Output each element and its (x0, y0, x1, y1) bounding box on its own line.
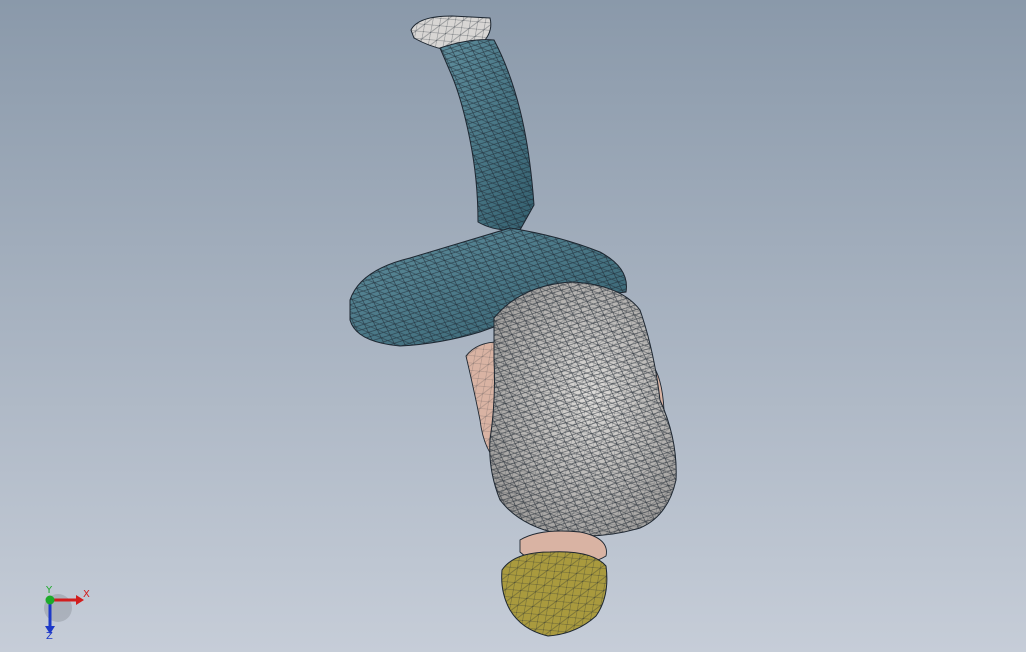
y-axis-dot (45, 595, 55, 605)
scene-canvas[interactable] (0, 0, 1026, 652)
y-axis-label: Y (45, 585, 53, 596)
z-axis-label: Z (46, 631, 53, 642)
x-axis-label: X (83, 589, 90, 600)
triad-graphic: X Y Z (44, 585, 90, 642)
graphics-viewport[interactable]: X Y Z (0, 0, 1026, 652)
coordinate-triad: X Y Z (36, 582, 106, 642)
